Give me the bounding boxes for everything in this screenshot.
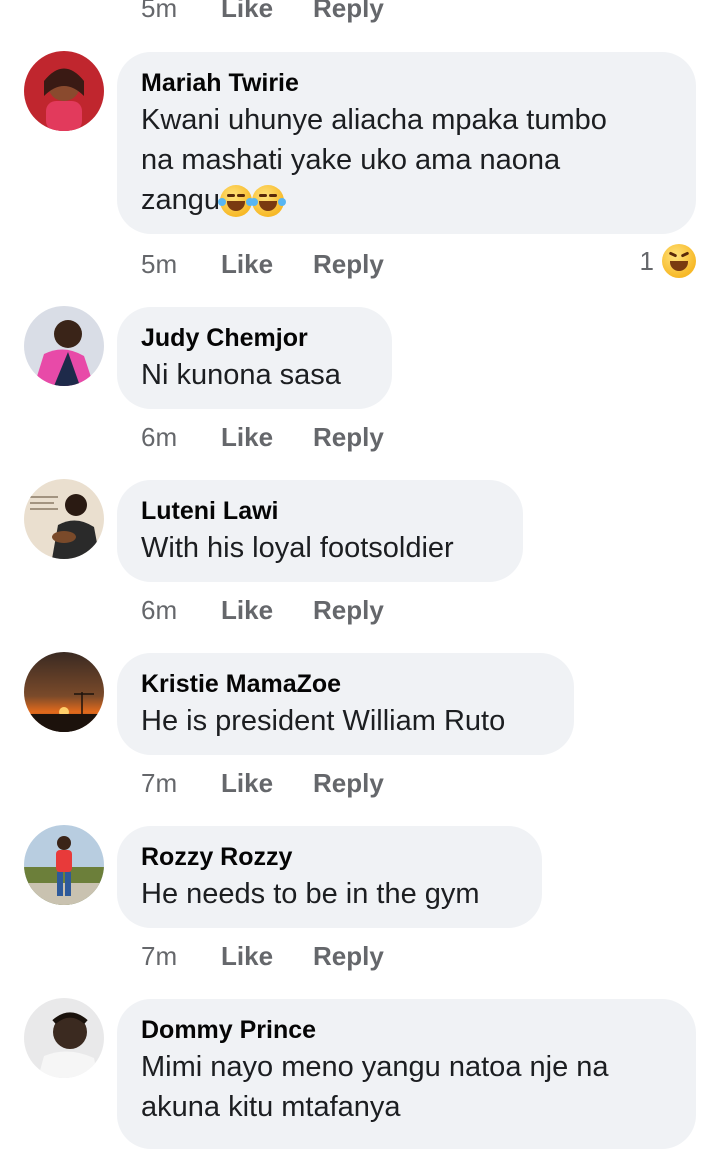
comment-text: He is president William Ruto [141, 705, 506, 737]
timestamp: 5m [141, 0, 178, 23]
reply-button[interactable]: Reply [313, 768, 384, 799]
timestamp: 6m [141, 594, 178, 625]
timestamp: 7m [141, 767, 178, 798]
comment-line: Mimi nayo meno yangu natoa nje na [141, 1051, 609, 1083]
comment-actions-top: 5m Like Reply [141, 0, 384, 26]
commenter-name[interactable]: Luteni Lawi [141, 494, 499, 528]
reply-button[interactable]: Reply [313, 249, 384, 280]
like-button[interactable]: Like [221, 768, 313, 799]
haha-reaction-icon [662, 244, 696, 278]
reply-button[interactable]: Reply [313, 0, 384, 24]
commenter-name[interactable]: Kristie MamaZoe [141, 667, 550, 701]
like-button[interactable]: Like [221, 249, 313, 280]
comment-line-text: zangu [141, 184, 221, 216]
comment-text: Kwani uhunye aliacha mpaka tumbo na mash… [141, 100, 672, 220]
avatar[interactable] [24, 825, 104, 905]
reply-button[interactable]: Reply [313, 941, 384, 972]
comment-bubble: Mariah Twirie Kwani uhunye aliacha mpaka… [117, 52, 696, 234]
like-button[interactable]: Like [221, 422, 313, 453]
like-button[interactable]: Like [221, 595, 313, 626]
comment-line: Kwani uhunye aliacha mpaka tumbo [141, 104, 607, 136]
tears-of-joy-emoji-icon [218, 185, 255, 218]
comment-actions: 7m Like Reply [141, 938, 384, 974]
comment-bubble: Luteni Lawi With his loyal footsoldier [117, 480, 523, 582]
comment-actions: 6m Like Reply [141, 592, 384, 628]
comment-actions: 7m Like Reply [141, 765, 384, 801]
avatar[interactable] [24, 652, 104, 732]
tears-of-joy-emoji-icon [250, 185, 287, 218]
avatar[interactable] [24, 998, 104, 1078]
reply-button[interactable]: Reply [313, 422, 384, 453]
commenter-name[interactable]: Mariah Twirie [141, 66, 672, 100]
comment-bubble: Kristie MamaZoe He is president William … [117, 653, 574, 755]
avatar[interactable] [24, 306, 104, 386]
comment-bubble: Dommy Prince Mimi nayo meno yangu natoa … [117, 999, 696, 1149]
comment-text: Ni kunona sasa [141, 359, 341, 391]
comment-line: zangu [141, 180, 672, 220]
comment-bubble: Rozzy Rozzy He needs to be in the gym [117, 826, 542, 928]
commenter-name[interactable]: Dommy Prince [141, 1013, 672, 1047]
comment-text: Mimi nayo meno yangu natoa nje na akuna … [141, 1047, 672, 1127]
comment-line: na mashati yake uko ama naona [141, 144, 561, 176]
reaction-count-number: 1 [639, 245, 654, 276]
commenter-name[interactable]: Judy Chemjor [141, 321, 368, 355]
reply-button[interactable]: Reply [313, 595, 384, 626]
like-button[interactable]: Like [221, 0, 313, 24]
like-button[interactable]: Like [221, 941, 313, 972]
avatar[interactable] [24, 51, 104, 131]
comment-text: He needs to be in the gym [141, 878, 480, 910]
timestamp: 6m [141, 421, 178, 452]
comment-bubble: Judy Chemjor Ni kunona sasa [117, 307, 392, 409]
timestamp: 7m [141, 940, 178, 971]
comment-line: akuna kitu mtafanya [141, 1091, 401, 1123]
timestamp: 5m [141, 248, 178, 279]
comment-actions: 6m Like Reply [141, 419, 384, 455]
reaction-count[interactable]: 1 [640, 244, 696, 278]
comment-text: With his loyal footsoldier [141, 532, 454, 564]
commenter-name[interactable]: Rozzy Rozzy [141, 840, 518, 874]
comment-actions: 5m Like Reply [141, 246, 384, 282]
avatar[interactable] [24, 479, 104, 559]
